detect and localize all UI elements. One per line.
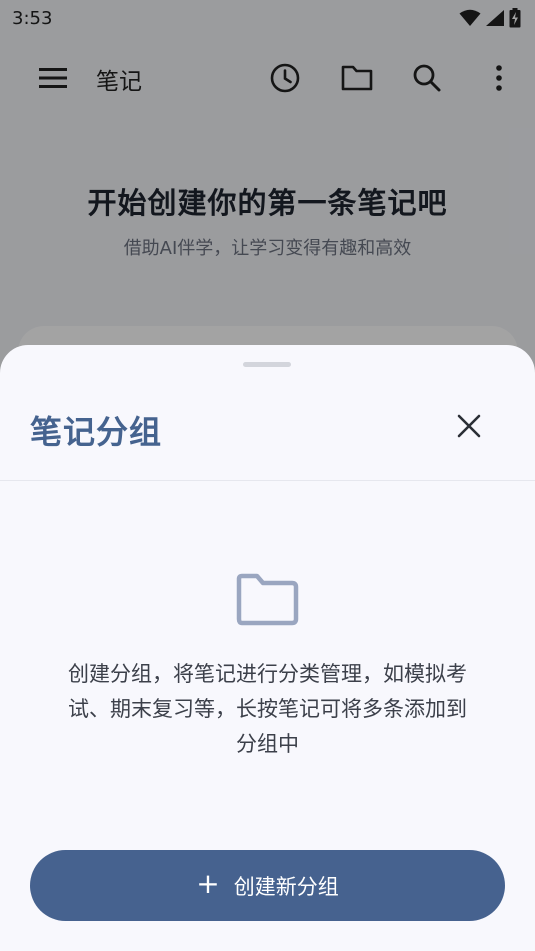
- note-groups-sheet: 笔记分组 创建分组，将笔记进行分类管理，如模拟考试、期末复习等，长按笔记可将多条…: [0, 345, 535, 951]
- sheet-divider: [0, 480, 535, 481]
- screen: 3:53 笔记 开始创建你的第一条笔记吧 借助AI伴学，让学习变得有趣和高效 笔…: [0, 0, 535, 951]
- create-group-label: 创建新分组: [233, 874, 339, 899]
- plus-icon: +: [196, 867, 220, 900]
- close-button[interactable]: [450, 407, 488, 445]
- close-icon: [457, 414, 481, 438]
- sheet-title: 笔记分组: [30, 413, 163, 451]
- folder-outline-icon: [236, 573, 299, 626]
- drag-handle[interactable]: [243, 362, 291, 367]
- create-group-button[interactable]: + 创建新分组: [30, 850, 505, 921]
- empty-state-text: 创建分组，将笔记进行分类管理，如模拟考试、期末复习等，长按笔记可将多条添加到分组…: [68, 662, 467, 756]
